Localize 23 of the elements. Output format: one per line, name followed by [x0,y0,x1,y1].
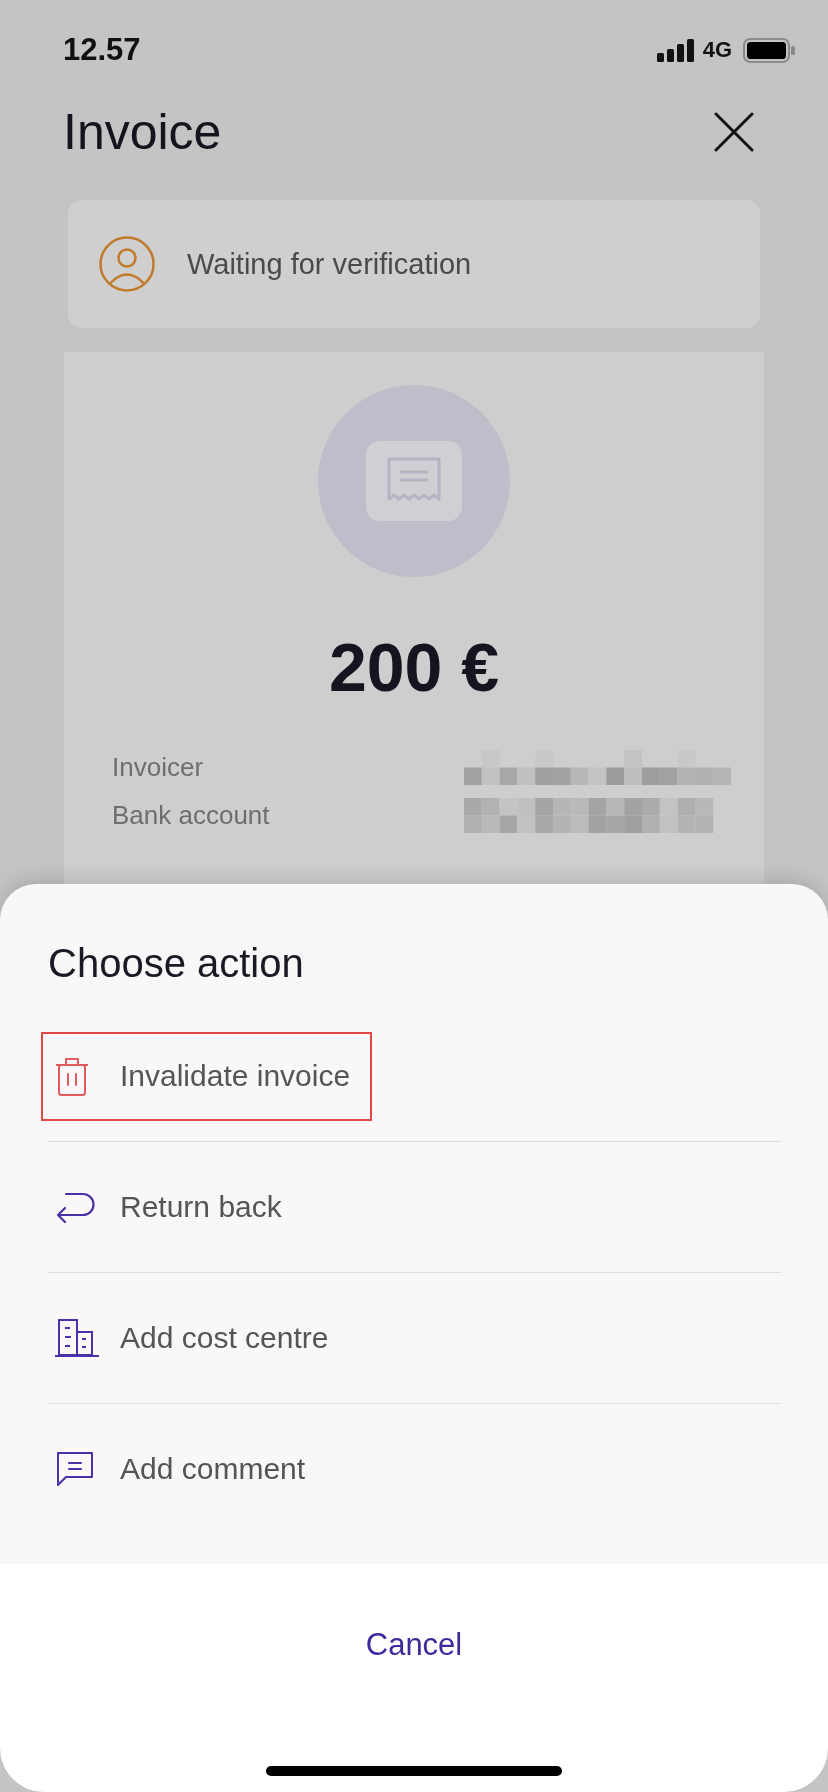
field-label: Bank account [112,799,270,831]
trash-icon [55,1056,89,1096]
receipt-icon [318,385,510,577]
building-icon [55,1319,99,1357]
status-text: Waiting for verification [187,247,472,281]
cancel-button[interactable]: Cancel [355,1615,473,1675]
close-button[interactable] [714,112,754,152]
signal-icon [656,38,694,62]
action-item[interactable]: Return back [41,1162,304,1252]
field-label: Invoicer [112,751,204,783]
return-arrow-icon [55,1191,95,1223]
invoice-amount: 200 € [328,628,500,707]
sheet-title: Choose action [48,940,304,987]
user-icon [99,236,155,292]
comment-icon [55,1450,95,1488]
action-item[interactable]: Invalidate invoice [41,1031,373,1121]
battery-icon [743,37,795,63]
clock-time: 12.57 [63,32,141,68]
action-item[interactable]: Add comment [41,1424,328,1514]
action-item[interactable]: Add cost centre [41,1293,351,1383]
close-icon [714,112,754,152]
page-title: Invoice [63,103,222,162]
network-type: 4G [702,37,732,63]
